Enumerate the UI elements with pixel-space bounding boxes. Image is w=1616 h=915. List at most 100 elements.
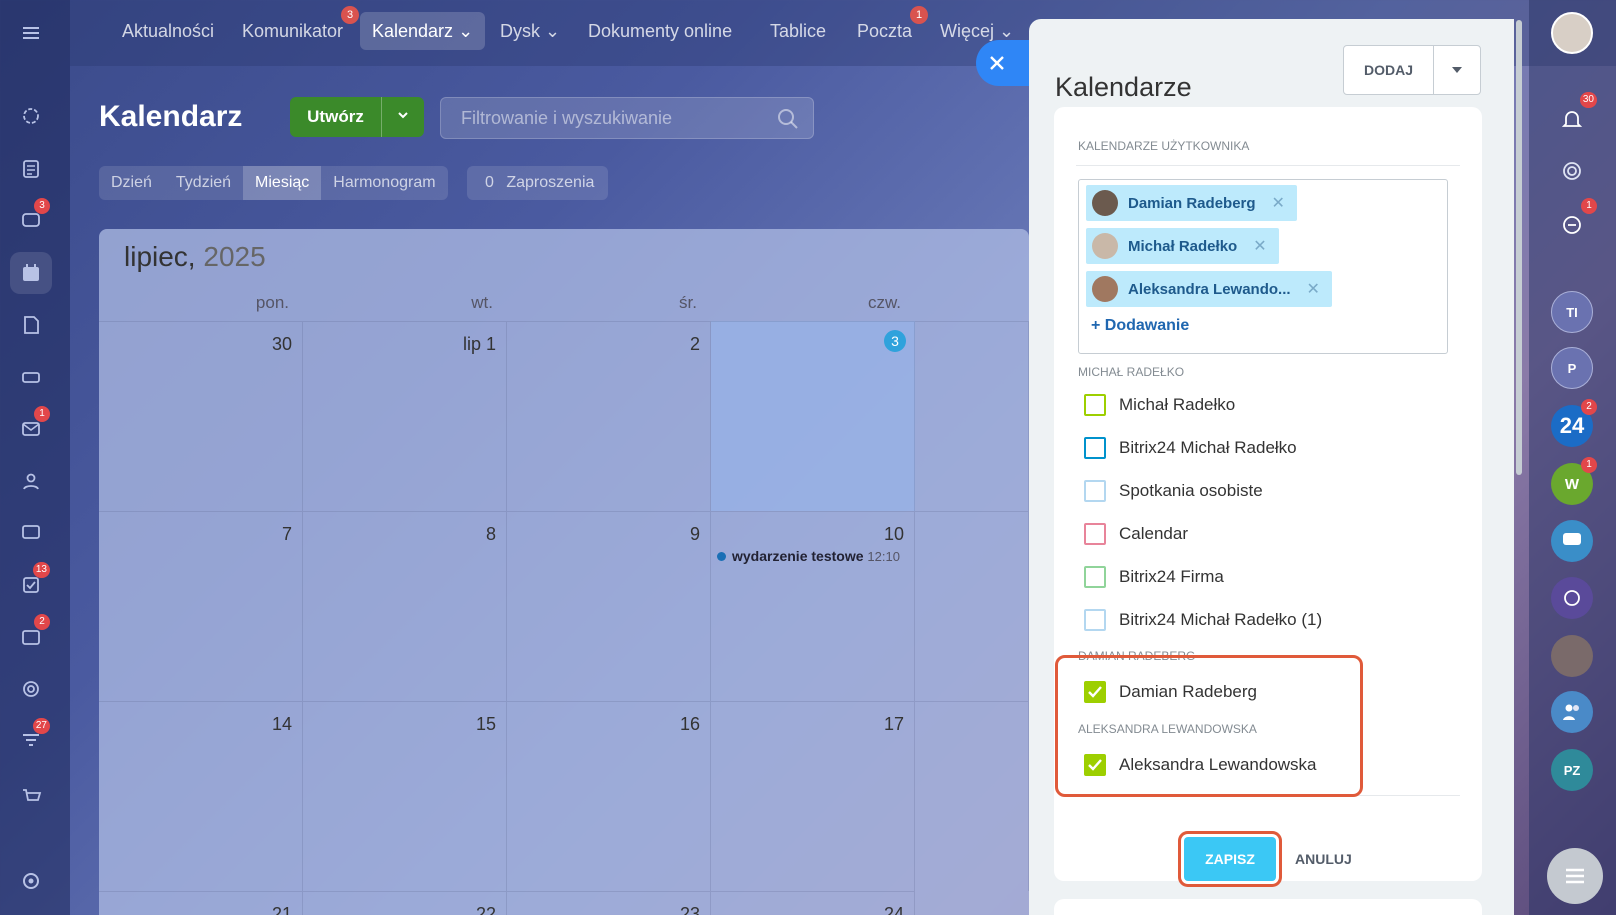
avatar-pz[interactable]: PZ: [1551, 749, 1593, 791]
caret-down-icon[interactable]: [1434, 46, 1480, 94]
day-number: 9: [689, 524, 700, 544]
news-icon[interactable]: [10, 148, 52, 190]
documents-icon[interactable]: [10, 304, 52, 346]
settings-icon[interactable]: [10, 860, 52, 902]
day-cell[interactable]: 30: [99, 321, 303, 511]
funnel-badge: 27: [32, 718, 50, 734]
checkbox[interactable]: [1084, 609, 1106, 631]
user-avatar[interactable]: [1551, 12, 1593, 54]
users-icon[interactable]: [1551, 691, 1593, 733]
remove-icon[interactable]: ✕: [1307, 279, 1320, 299]
add-button[interactable]: DODAJ: [1343, 45, 1481, 95]
user-chip[interactable]: Damian Radeberg ✕: [1086, 185, 1297, 221]
feed-icon[interactable]: [10, 95, 52, 137]
bell-icon[interactable]: 30: [1551, 92, 1597, 140]
chat-menu-button[interactable]: [1547, 848, 1603, 904]
user-selector[interactable]: Damian Radeberg ✕ Michał Radełko ✕ Aleks…: [1078, 179, 1448, 354]
day-cell[interactable]: 8: [303, 511, 507, 701]
day-cell[interactable]: 2: [507, 321, 711, 511]
search-icon[interactable]: [777, 108, 799, 130]
day-cell[interactable]: [915, 321, 1029, 511]
day-cell[interactable]: [915, 511, 1029, 701]
day-cell[interactable]: 24: [711, 891, 915, 915]
bitrix24-icon[interactable]: 24 2: [1551, 399, 1597, 447]
board-icon[interactable]: [10, 512, 52, 554]
avatar-p[interactable]: P: [1551, 347, 1593, 389]
nav-kalendarz[interactable]: Kalendarz ⌄: [360, 12, 486, 50]
nav-poczta[interactable]: Poczta 1: [845, 6, 929, 50]
remove-icon[interactable]: ✕: [1272, 193, 1285, 213]
nav-label: Komunikator: [242, 21, 344, 41]
day-cell[interactable]: [915, 701, 1029, 891]
checkbox[interactable]: [1084, 394, 1106, 416]
day-number: lip 1: [462, 334, 496, 354]
day-cell[interactable]: 17: [711, 701, 915, 891]
w-app-icon[interactable]: W 1: [1551, 457, 1597, 505]
weekday-label: wt.: [471, 293, 493, 312]
close-panel-button[interactable]: [976, 40, 1032, 86]
calendar-row[interactable]: Bitrix24 Firma: [1084, 565, 1224, 589]
add-user-link[interactable]: + Dodawanie: [1091, 317, 1189, 335]
activity-icon[interactable]: 1: [1551, 198, 1597, 246]
save-button[interactable]: ZAPISZ: [1184, 837, 1276, 881]
chat-bubble-icon[interactable]: [1551, 520, 1593, 562]
day-cell[interactable]: 15: [303, 701, 507, 891]
day-cell[interactable]: 9: [507, 511, 711, 701]
avatar-ti[interactable]: TI: [1551, 291, 1593, 333]
checkbox[interactable]: [1084, 566, 1106, 588]
calendar-row[interactable]: Spotkania osobiste: [1084, 479, 1263, 503]
calendar-row[interactable]: Calendar: [1084, 522, 1188, 546]
checkbox[interactable]: [1084, 480, 1106, 502]
invites-button[interactable]: 0 Zaproszenia: [467, 166, 609, 200]
calendar-row[interactable]: Bitrix24 Michał Radełko: [1084, 436, 1297, 460]
section-label: KALENDARZE UŻYTKOWNIKA: [1078, 139, 1250, 153]
chat-icon[interactable]: 3: [10, 198, 52, 242]
tab-dzien[interactable]: Dzień: [99, 166, 164, 200]
tab-harmonogram[interactable]: Harmonogram: [321, 166, 447, 200]
user-chip[interactable]: Aleksandra Lewando... ✕: [1086, 271, 1332, 307]
menu-icon[interactable]: [10, 12, 52, 54]
nav-tablice[interactable]: Tablice: [758, 12, 838, 50]
tasks-icon[interactable]: 13: [10, 562, 52, 606]
day-cell[interactable]: 10 wydarzenie testowe 12:10: [711, 511, 915, 701]
day-cell[interactable]: 16: [507, 701, 711, 891]
calendar-row[interactable]: Bitrix24 Michał Radełko (1): [1084, 608, 1322, 632]
checkbox[interactable]: [1084, 437, 1106, 459]
today-number: 3: [884, 330, 906, 352]
day-cell[interactable]: 22: [303, 891, 507, 915]
remove-icon[interactable]: ✕: [1253, 236, 1266, 256]
day-cell-today[interactable]: 3: [711, 321, 915, 511]
tab-miesiac[interactable]: Miesiąc: [243, 166, 322, 200]
calendar-row[interactable]: Michał Radełko: [1084, 393, 1235, 417]
day-cell[interactable]: lip 1: [303, 321, 507, 511]
cart-icon[interactable]: [10, 776, 52, 818]
employees-icon[interactable]: [10, 460, 52, 502]
scrollbar[interactable]: [1516, 20, 1522, 475]
nav-dysk[interactable]: Dysk ⌄: [488, 12, 572, 50]
tab-tydzien[interactable]: Tydzień: [164, 166, 243, 200]
cancel-button[interactable]: ANULUJ: [1295, 837, 1352, 881]
day-cell[interactable]: 14: [99, 701, 303, 891]
calendar-event[interactable]: wydarzenie testowe 12:10: [717, 548, 900, 564]
user-chip[interactable]: Michał Radełko ✕: [1086, 228, 1279, 264]
nav-komunikator[interactable]: Komunikator 3: [230, 6, 360, 50]
nav-aktualnosci[interactable]: Aktualności: [110, 12, 226, 50]
nav-dokumenty[interactable]: Dokumenty online: [576, 12, 744, 50]
day-cell[interactable]: 21: [99, 891, 303, 915]
pulse-icon[interactable]: [1551, 150, 1593, 192]
target-icon[interactable]: [10, 668, 52, 710]
chevron-down-icon[interactable]: [382, 97, 424, 137]
day-cell[interactable]: 23: [507, 891, 711, 915]
group-avatar[interactable]: [1551, 635, 1593, 677]
drive-icon[interactable]: [10, 356, 52, 398]
funnel-icon[interactable]: 27: [10, 718, 52, 762]
search-input[interactable]: Filtrowanie i wyszukiwanie: [440, 97, 814, 139]
day-cell[interactable]: 7: [99, 511, 303, 701]
secondary-card: [1054, 899, 1482, 915]
mail-icon[interactable]: 1: [10, 406, 52, 450]
crm-icon[interactable]: 2: [10, 614, 52, 658]
create-button[interactable]: Utwórz: [290, 97, 424, 137]
copilot-icon[interactable]: [1551, 577, 1593, 619]
checkbox[interactable]: [1084, 523, 1106, 545]
calendar-icon[interactable]: [10, 252, 52, 294]
